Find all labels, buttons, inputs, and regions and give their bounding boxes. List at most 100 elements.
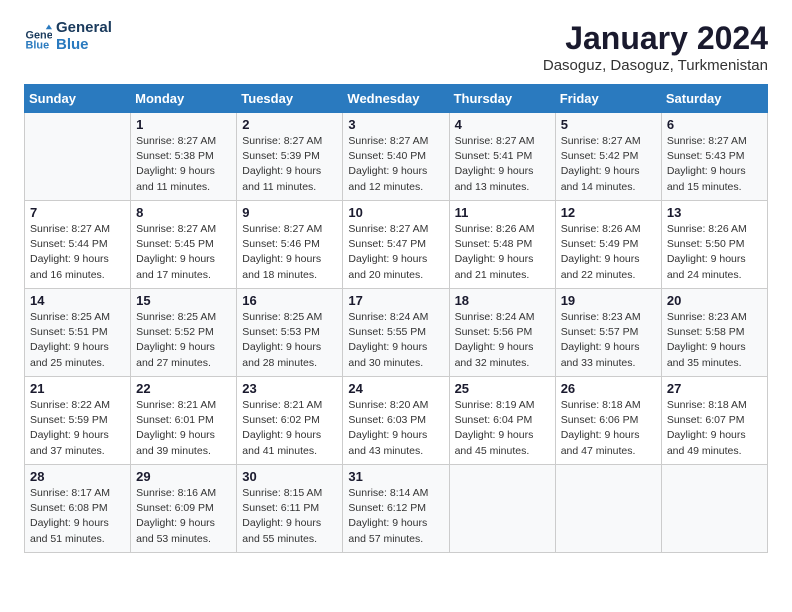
day-cell: 7 Sunrise: 8:27 AMSunset: 5:44 PMDaylight… — [25, 201, 131, 289]
col-header-tuesday: Tuesday — [237, 85, 343, 113]
logo-text-general: General — [56, 20, 112, 37]
day-number: 1 — [136, 117, 231, 132]
day-cell: 17Sunrise: 8:24 AMSunset: 5:55 PMDayligh… — [343, 289, 449, 377]
day-info: Sunrise: 8:27 AMSunset: 5:46 PMDaylight:… — [242, 222, 337, 283]
day-info: Sunrise: 8:14 AMSunset: 6:12 PMDaylight:… — [348, 486, 443, 547]
day-cell: 23Sunrise: 8:21 AMSunset: 6:02 PMDayligh… — [237, 377, 343, 465]
day-cell: 28 Sunrise: 8:17 AMSunset: 6:08 PMDayligh… — [25, 465, 131, 553]
day-cell: 4 Sunrise: 8:27 AMSunset: 5:41 PMDaylight… — [449, 113, 555, 201]
day-cell: 27 Sunrise: 8:18 AMSunset: 6:07 PMDayligh… — [661, 377, 767, 465]
week-row-3: 14Sunrise: 8:25 AMSunset: 5:51 PMDayligh… — [25, 289, 768, 377]
day-number: 16 — [242, 293, 337, 308]
day-number: 31 — [348, 469, 443, 484]
day-number: 9 — [242, 205, 337, 220]
day-cell: 14Sunrise: 8:25 AMSunset: 5:51 PMDayligh… — [25, 289, 131, 377]
day-info: Sunrise: 8:23 AMSunset: 5:58 PMDaylight:… — [667, 310, 762, 371]
day-number: 29 — [136, 469, 231, 484]
day-number: 15 — [136, 293, 231, 308]
day-cell: 8 Sunrise: 8:27 AMSunset: 5:45 PMDaylight… — [131, 201, 237, 289]
day-info: Sunrise: 8:27 AMSunset: 5:38 PMDaylight:… — [136, 134, 231, 195]
col-header-wednesday: Wednesday — [343, 85, 449, 113]
week-row-2: 7 Sunrise: 8:27 AMSunset: 5:44 PMDaylight… — [25, 201, 768, 289]
day-info: Sunrise: 8:27 AMSunset: 5:43 PMDaylight:… — [667, 134, 762, 195]
week-row-4: 21 Sunrise: 8:22 AMSunset: 5:59 PMDayligh… — [25, 377, 768, 465]
day-number: 27 — [667, 381, 762, 396]
logo-icon: General Blue — [24, 23, 52, 51]
day-info: Sunrise: 8:22 AMSunset: 5:59 PMDaylight:… — [30, 398, 125, 459]
day-info: Sunrise: 8:27 AMSunset: 5:44 PMDaylight:… — [30, 222, 125, 283]
day-cell: 21 Sunrise: 8:22 AMSunset: 5:59 PMDayligh… — [25, 377, 131, 465]
day-number: 5 — [561, 117, 656, 132]
day-cell: 11 Sunrise: 8:26 AMSunset: 5:48 PMDayligh… — [449, 201, 555, 289]
day-number: 23 — [242, 381, 337, 396]
day-info: Sunrise: 8:24 AMSunset: 5:55 PMDaylight:… — [348, 310, 443, 371]
day-cell: 26Sunrise: 8:18 AMSunset: 6:06 PMDayligh… — [555, 377, 661, 465]
day-cell — [25, 113, 131, 201]
day-number: 21 — [30, 381, 125, 396]
day-number: 3 — [348, 117, 443, 132]
day-info: Sunrise: 8:19 AMSunset: 6:04 PMDaylight:… — [455, 398, 550, 459]
col-header-monday: Monday — [131, 85, 237, 113]
week-row-1: 1 Sunrise: 8:27 AMSunset: 5:38 PMDaylight… — [25, 113, 768, 201]
day-cell — [661, 465, 767, 553]
day-info: Sunrise: 8:27 AMSunset: 5:47 PMDaylight:… — [348, 222, 443, 283]
day-cell: 19Sunrise: 8:23 AMSunset: 5:57 PMDayligh… — [555, 289, 661, 377]
day-number: 24 — [348, 381, 443, 396]
day-info: Sunrise: 8:26 AMSunset: 5:49 PMDaylight:… — [561, 222, 656, 283]
day-number: 13 — [667, 205, 762, 220]
day-info: Sunrise: 8:26 AMSunset: 5:50 PMDaylight:… — [667, 222, 762, 283]
col-header-friday: Friday — [555, 85, 661, 113]
day-number: 14 — [30, 293, 125, 308]
day-number: 18 — [455, 293, 550, 308]
day-cell: 5 Sunrise: 8:27 AMSunset: 5:42 PMDaylight… — [555, 113, 661, 201]
day-info: Sunrise: 8:27 AMSunset: 5:45 PMDaylight:… — [136, 222, 231, 283]
day-cell: 13 Sunrise: 8:26 AMSunset: 5:50 PMDayligh… — [661, 201, 767, 289]
day-cell — [449, 465, 555, 553]
day-number: 25 — [455, 381, 550, 396]
logo: General Blue General Blue — [24, 20, 112, 53]
day-number: 8 — [136, 205, 231, 220]
day-cell: 18Sunrise: 8:24 AMSunset: 5:56 PMDayligh… — [449, 289, 555, 377]
day-number: 4 — [455, 117, 550, 132]
day-number: 20 — [667, 293, 762, 308]
day-cell: 15 Sunrise: 8:25 AMSunset: 5:52 PMDayligh… — [131, 289, 237, 377]
day-number: 22 — [136, 381, 231, 396]
logo-text-blue: Blue — [56, 37, 112, 54]
day-cell: 22 Sunrise: 8:21 AMSunset: 6:01 PMDayligh… — [131, 377, 237, 465]
day-number: 6 — [667, 117, 762, 132]
week-row-5: 28 Sunrise: 8:17 AMSunset: 6:08 PMDayligh… — [25, 465, 768, 553]
day-cell: 20 Sunrise: 8:23 AMSunset: 5:58 PMDayligh… — [661, 289, 767, 377]
day-number: 28 — [30, 469, 125, 484]
day-number: 10 — [348, 205, 443, 220]
day-cell: 9 Sunrise: 8:27 AMSunset: 5:46 PMDaylight… — [237, 201, 343, 289]
day-info: Sunrise: 8:27 AMSunset: 5:39 PMDaylight:… — [242, 134, 337, 195]
day-info: Sunrise: 8:27 AMSunset: 5:40 PMDaylight:… — [348, 134, 443, 195]
day-info: Sunrise: 8:25 AMSunset: 5:52 PMDaylight:… — [136, 310, 231, 371]
day-number: 19 — [561, 293, 656, 308]
day-number: 7 — [30, 205, 125, 220]
location-subtitle: Dasoguz, Dasoguz, Turkmenistan — [543, 57, 768, 74]
day-info: Sunrise: 8:27 AMSunset: 5:41 PMDaylight:… — [455, 134, 550, 195]
day-number: 11 — [455, 205, 550, 220]
day-info: Sunrise: 8:26 AMSunset: 5:48 PMDaylight:… — [455, 222, 550, 283]
day-info: Sunrise: 8:17 AMSunset: 6:08 PMDaylight:… — [30, 486, 125, 547]
day-info: Sunrise: 8:27 AMSunset: 5:42 PMDaylight:… — [561, 134, 656, 195]
day-number: 12 — [561, 205, 656, 220]
day-info: Sunrise: 8:25 AMSunset: 5:53 PMDaylight:… — [242, 310, 337, 371]
page-header: General Blue General Blue January 2024 D… — [24, 20, 768, 74]
day-cell: 12 Sunrise: 8:26 AMSunset: 5:49 PMDayligh… — [555, 201, 661, 289]
day-info: Sunrise: 8:18 AMSunset: 6:06 PMDaylight:… — [561, 398, 656, 459]
col-header-saturday: Saturday — [661, 85, 767, 113]
day-cell: 29 Sunrise: 8:16 AMSunset: 6:09 PMDayligh… — [131, 465, 237, 553]
day-info: Sunrise: 8:18 AMSunset: 6:07 PMDaylight:… — [667, 398, 762, 459]
day-cell — [555, 465, 661, 553]
day-info: Sunrise: 8:21 AMSunset: 6:01 PMDaylight:… — [136, 398, 231, 459]
day-info: Sunrise: 8:16 AMSunset: 6:09 PMDaylight:… — [136, 486, 231, 547]
svg-text:Blue: Blue — [26, 39, 50, 50]
col-header-thursday: Thursday — [449, 85, 555, 113]
day-number: 30 — [242, 469, 337, 484]
calendar-table: SundayMondayTuesdayWednesdayThursdayFrid… — [24, 84, 768, 553]
day-cell: 6 Sunrise: 8:27 AMSunset: 5:43 PMDaylight… — [661, 113, 767, 201]
day-cell: 24Sunrise: 8:20 AMSunset: 6:03 PMDayligh… — [343, 377, 449, 465]
day-cell: 3 Sunrise: 8:27 AMSunset: 5:40 PMDaylight… — [343, 113, 449, 201]
